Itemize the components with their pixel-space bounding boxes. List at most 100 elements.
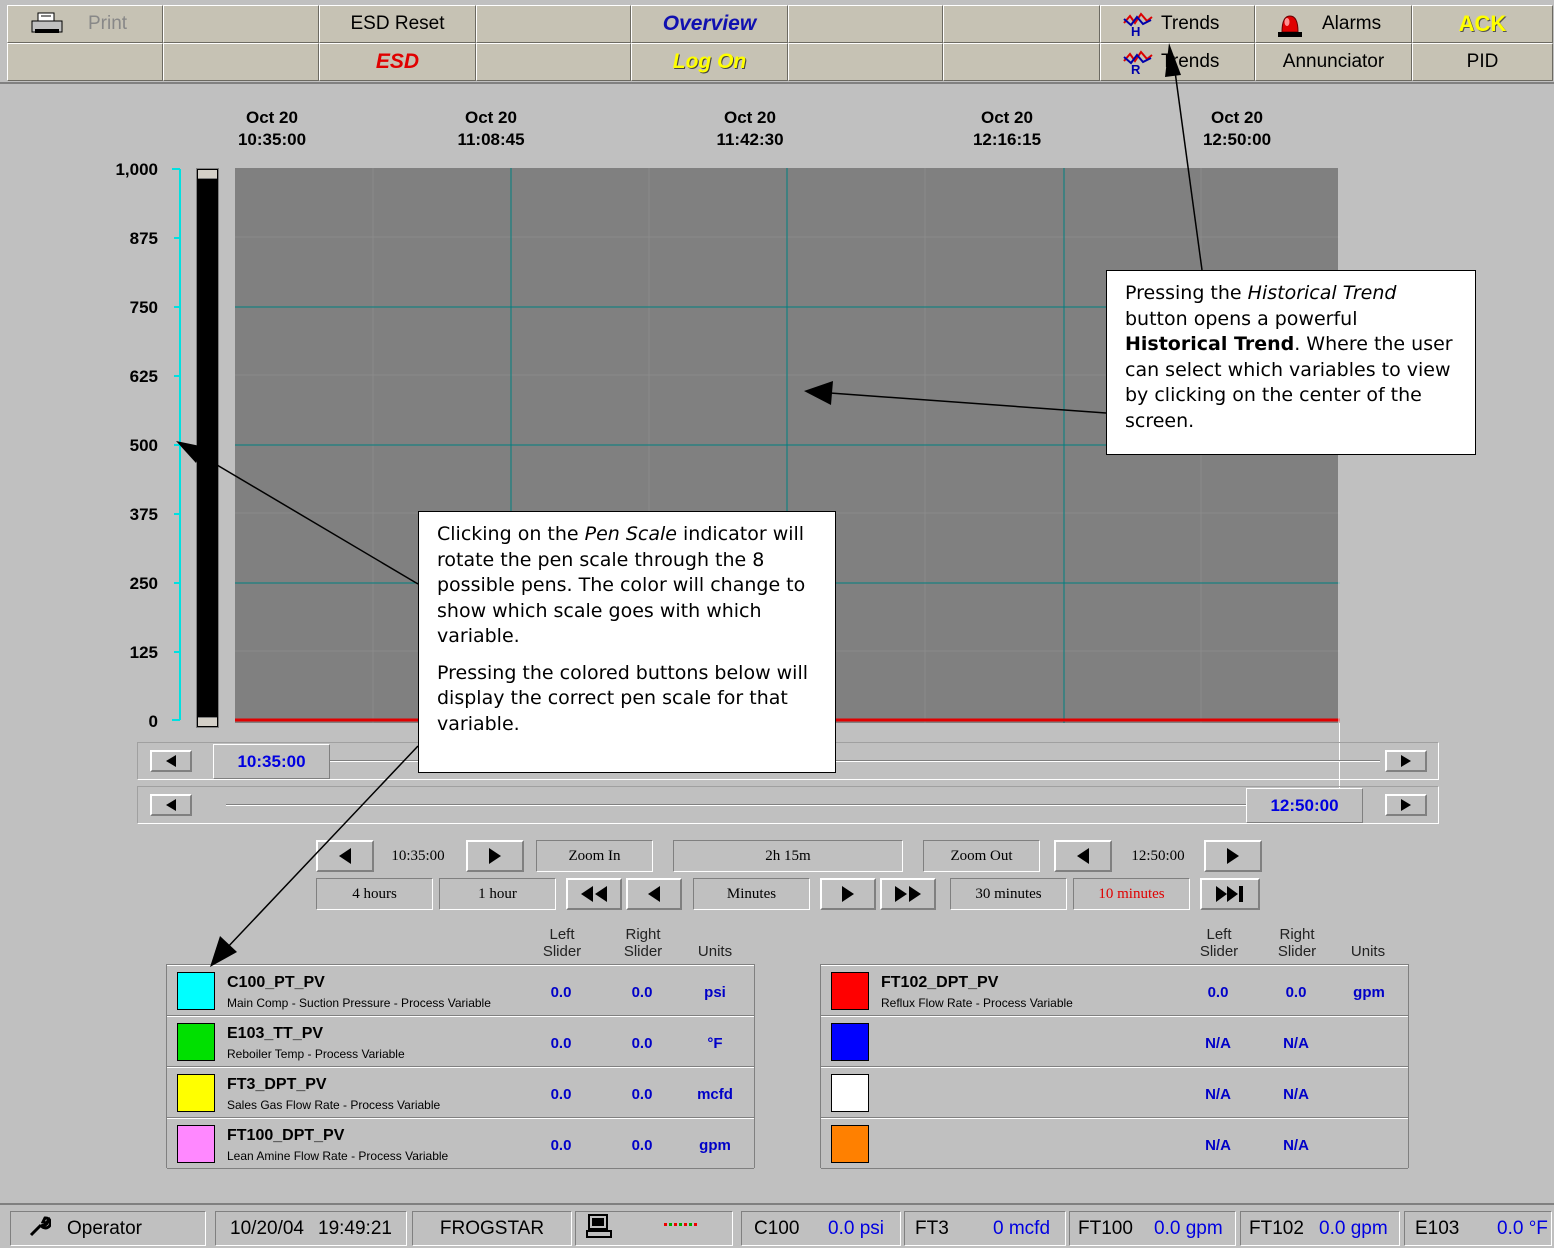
pen-row[interactable]: N/A N/A — [821, 1067, 1408, 1118]
pen-row[interactable]: N/A N/A — [821, 1016, 1408, 1067]
zoom-in-button[interactable]: Zoom In — [536, 840, 653, 872]
left-cursor-forward-button[interactable] — [1385, 750, 1427, 772]
y-tick-0: 0 — [148, 712, 158, 731]
esd-reset-button[interactable]: ESD Reset — [319, 5, 476, 43]
pen-right-slider-value: 0.0 — [631, 1035, 653, 1052]
value-slider-bottom-handle[interactable] — [198, 717, 217, 726]
pen-row[interactable]: FT102_DPT_PV Reflux Flow Rate - Process … — [821, 965, 1408, 1016]
jump-to-end-button[interactable] — [1200, 878, 1260, 910]
pen-legend-left: C100_PT_PV Main Comp - Suction Pressure … — [166, 964, 755, 1169]
status-user-name: Operator — [67, 1217, 142, 1239]
pen-color-button[interactable] — [177, 1074, 215, 1112]
toolbar-blank-7[interactable] — [476, 43, 631, 81]
toolbar-blank-3[interactable] — [788, 5, 943, 43]
pen-color-button[interactable] — [831, 1023, 869, 1061]
left-slider-header-a: Left Slider — [542, 926, 582, 960]
pen-tag: FT102_DPT_PV — [881, 974, 999, 991]
esd-button[interactable]: ESD — [319, 43, 476, 81]
right-cursor-time[interactable]: 12:50:00 — [1246, 788, 1363, 823]
zoom-out-button[interactable]: Zoom Out — [923, 840, 1040, 872]
right-cursor-forward-button[interactable] — [1385, 794, 1427, 816]
log-on-button[interactable]: Log On — [631, 43, 788, 81]
toolbar-blank-6[interactable] — [163, 43, 319, 81]
right-slider-header-a: Right Slider — [623, 926, 663, 960]
toolbar-blank-5[interactable] — [7, 43, 163, 81]
arrow-left-icon — [166, 755, 176, 767]
realtime-trends-button[interactable]: R Trends — [1100, 43, 1255, 81]
status-reading-ft102[interactable]: FT102 0.0 gpm — [1240, 1211, 1400, 1246]
start-time-back-button[interactable] — [316, 840, 374, 872]
pen-right-slider-value: N/A — [1283, 1086, 1309, 1103]
ten-minutes-button[interactable]: 10 minutes — [1073, 878, 1190, 910]
pen-color-button[interactable] — [177, 972, 215, 1010]
value-slider[interactable] — [196, 168, 219, 728]
left-cursor-time[interactable]: 10:35:00 — [213, 744, 330, 779]
left-cursor-back-button[interactable] — [150, 750, 192, 772]
status-reading-ft100[interactable]: FT100 0.0 gpm — [1069, 1211, 1236, 1246]
toolbar-blank-9[interactable] — [943, 43, 1100, 81]
time-span-display: 2h 15m — [673, 840, 903, 872]
alarms-button[interactable]: Alarms — [1255, 5, 1412, 43]
pen-color-button[interactable] — [177, 1125, 215, 1163]
overview-button[interactable]: Overview — [631, 5, 788, 43]
realtime-trend-icon: R — [1123, 49, 1153, 81]
ack-label: ACK — [1458, 11, 1507, 36]
esd-label: ESD — [375, 50, 420, 73]
ack-button[interactable]: ACK — [1412, 5, 1553, 43]
pen-left-slider-value: 0.0 — [1207, 984, 1229, 1001]
four-hours-button[interactable]: 4 hours — [316, 878, 433, 910]
status-reading-c100[interactable]: C100 0.0 psi — [741, 1211, 901, 1246]
units-header-b: Units — [1350, 943, 1386, 960]
step-forward-button[interactable] — [820, 878, 876, 910]
fast-forward-button[interactable] — [880, 878, 936, 910]
toolbar-blank-1[interactable] — [163, 5, 319, 43]
wrench-icon — [29, 1215, 53, 1243]
status-reading-ft3[interactable]: FT3 0 mcfd — [904, 1211, 1066, 1246]
pen-left-slider-value: N/A — [1205, 1137, 1231, 1154]
y-tick-500: 500 — [129, 436, 158, 455]
pen-scale-indicator[interactable] — [160, 160, 190, 730]
one-hour-button[interactable]: 1 hour — [439, 878, 556, 910]
pen-color-button[interactable] — [831, 972, 869, 1010]
fast-rewind-icon — [581, 886, 607, 902]
pen-units: gpm — [1353, 984, 1385, 1001]
end-time-forward-button[interactable] — [1204, 840, 1262, 872]
historical-trends-button[interactable]: H Trends — [1100, 5, 1255, 43]
y-tick-250: 250 — [129, 574, 158, 593]
toolbar-blank-2[interactable] — [476, 5, 631, 43]
fast-rewind-button[interactable] — [566, 878, 622, 910]
value-slider-top-handle[interactable] — [198, 170, 217, 179]
pen-tag: E103_TT_PV — [227, 1025, 324, 1042]
pen-color-button[interactable] — [831, 1074, 869, 1112]
thirty-minutes-button[interactable]: 30 minutes — [950, 878, 1067, 910]
end-time-back-button[interactable] — [1054, 840, 1112, 872]
pen-row[interactable]: FT100_DPT_PV Lean Amine Flow Rate - Proc… — [167, 1118, 754, 1169]
status-node: FROGSTAR — [412, 1211, 572, 1246]
toolbar-blank-8[interactable] — [788, 43, 943, 81]
pen-left-slider-value: N/A — [1205, 1086, 1231, 1103]
pen-color-button[interactable] — [831, 1125, 869, 1163]
right-cursor-bar[interactable]: 12:50:00 — [137, 786, 1439, 824]
pen-row[interactable]: C100_PT_PV Main Comp - Suction Pressure … — [167, 965, 754, 1016]
step-unit-button[interactable]: Minutes — [693, 878, 810, 910]
pen-color-button[interactable] — [177, 1023, 215, 1061]
status-reading-e103[interactable]: E103 0.0 °F — [1404, 1211, 1552, 1246]
status-user[interactable]: Operator — [10, 1211, 206, 1246]
right-slider-header-b: Right Slider — [1277, 926, 1317, 960]
right-cursor-back-button[interactable] — [150, 794, 192, 816]
svg-text:R: R — [1131, 62, 1141, 75]
annunciator-button[interactable]: Annunciator — [1255, 43, 1412, 81]
toolbar-blank-4[interactable] — [943, 5, 1100, 43]
step-back-button[interactable] — [626, 878, 682, 910]
print-button[interactable]: Print — [7, 5, 163, 43]
overview-label: Overview — [662, 12, 757, 35]
pid-button[interactable]: PID — [1412, 43, 1553, 81]
pen-right-slider-value: N/A — [1283, 1035, 1309, 1052]
pen-row[interactable]: FT3_DPT_PV Sales Gas Flow Rate - Process… — [167, 1067, 754, 1118]
pen-row[interactable]: N/A N/A — [821, 1118, 1408, 1169]
start-time-forward-button[interactable] — [466, 840, 524, 872]
pen-row[interactable]: E103_TT_PV Reboiler Temp - Process Varia… — [167, 1016, 754, 1067]
pen-legend-right: FT102_DPT_PV Reflux Flow Rate - Process … — [820, 964, 1409, 1169]
network-activity-icon — [664, 1212, 700, 1234]
historical-trend-icon: H — [1123, 11, 1153, 43]
